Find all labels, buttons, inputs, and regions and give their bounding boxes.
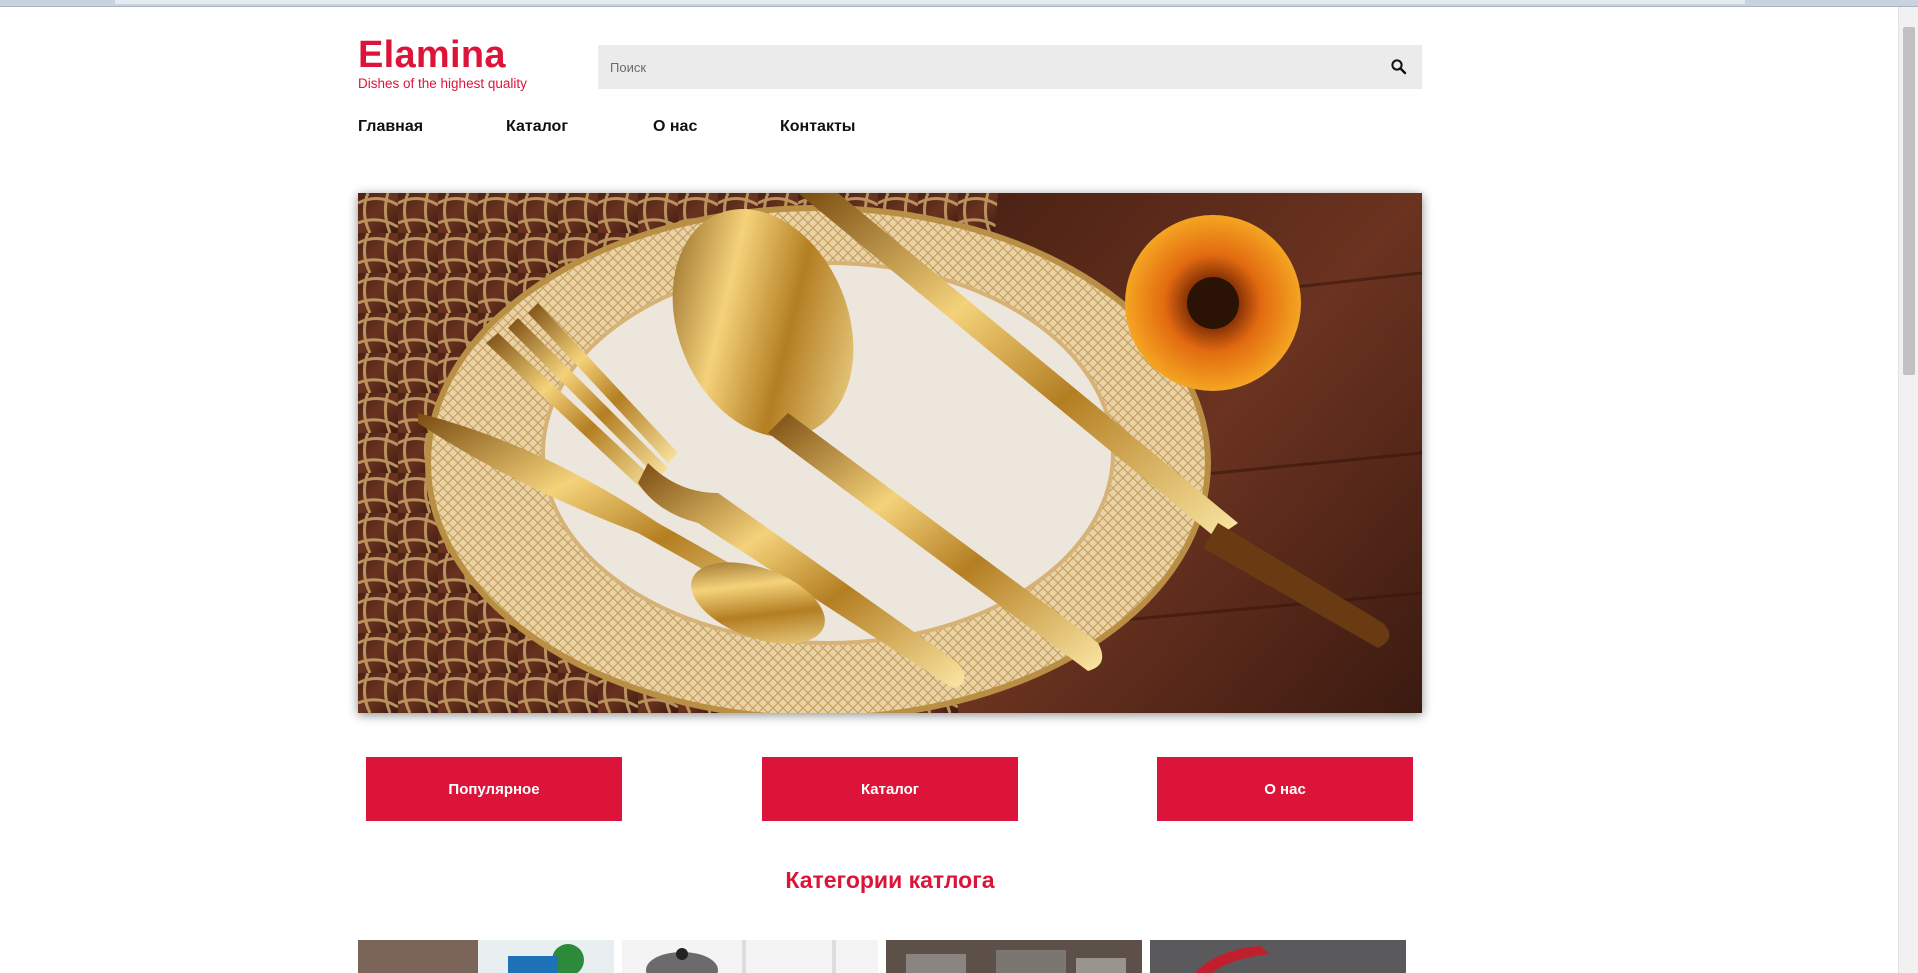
catalog-button[interactable]: Каталог <box>762 757 1018 821</box>
category-card-3[interactable] <box>886 940 1142 973</box>
nav-home[interactable]: Главная <box>358 118 423 136</box>
site-logo[interactable]: Elamina Dishes of the highest quality <box>358 34 527 91</box>
page-scrollbar[interactable] <box>1898 7 1918 973</box>
search-icon[interactable] <box>1390 58 1408 76</box>
brand-tagline: Dishes of the highest quality <box>358 76 527 91</box>
category-card-1[interactable] <box>358 940 614 973</box>
browser-top-strip <box>0 0 1918 7</box>
category-card-4[interactable] <box>1150 940 1406 973</box>
search-bar <box>598 45 1422 89</box>
popular-button[interactable]: Популярное <box>366 757 622 821</box>
hero-image <box>358 193 1422 713</box>
brand-title: Elamina <box>358 34 506 76</box>
nav-catalog[interactable]: Каталог <box>506 118 568 136</box>
nav-contacts[interactable]: Контакты <box>780 118 855 136</box>
nav-about[interactable]: О нас <box>653 118 697 136</box>
category-card-2[interactable] <box>622 940 878 973</box>
scrollbar-thumb[interactable] <box>1903 27 1915 375</box>
about-button[interactable]: О нас <box>1157 757 1413 821</box>
categories-title: Категории катлога <box>785 867 995 893</box>
page: Elamina Dishes of the highest quality Гл… <box>0 7 1898 973</box>
search-input[interactable] <box>598 45 1378 89</box>
